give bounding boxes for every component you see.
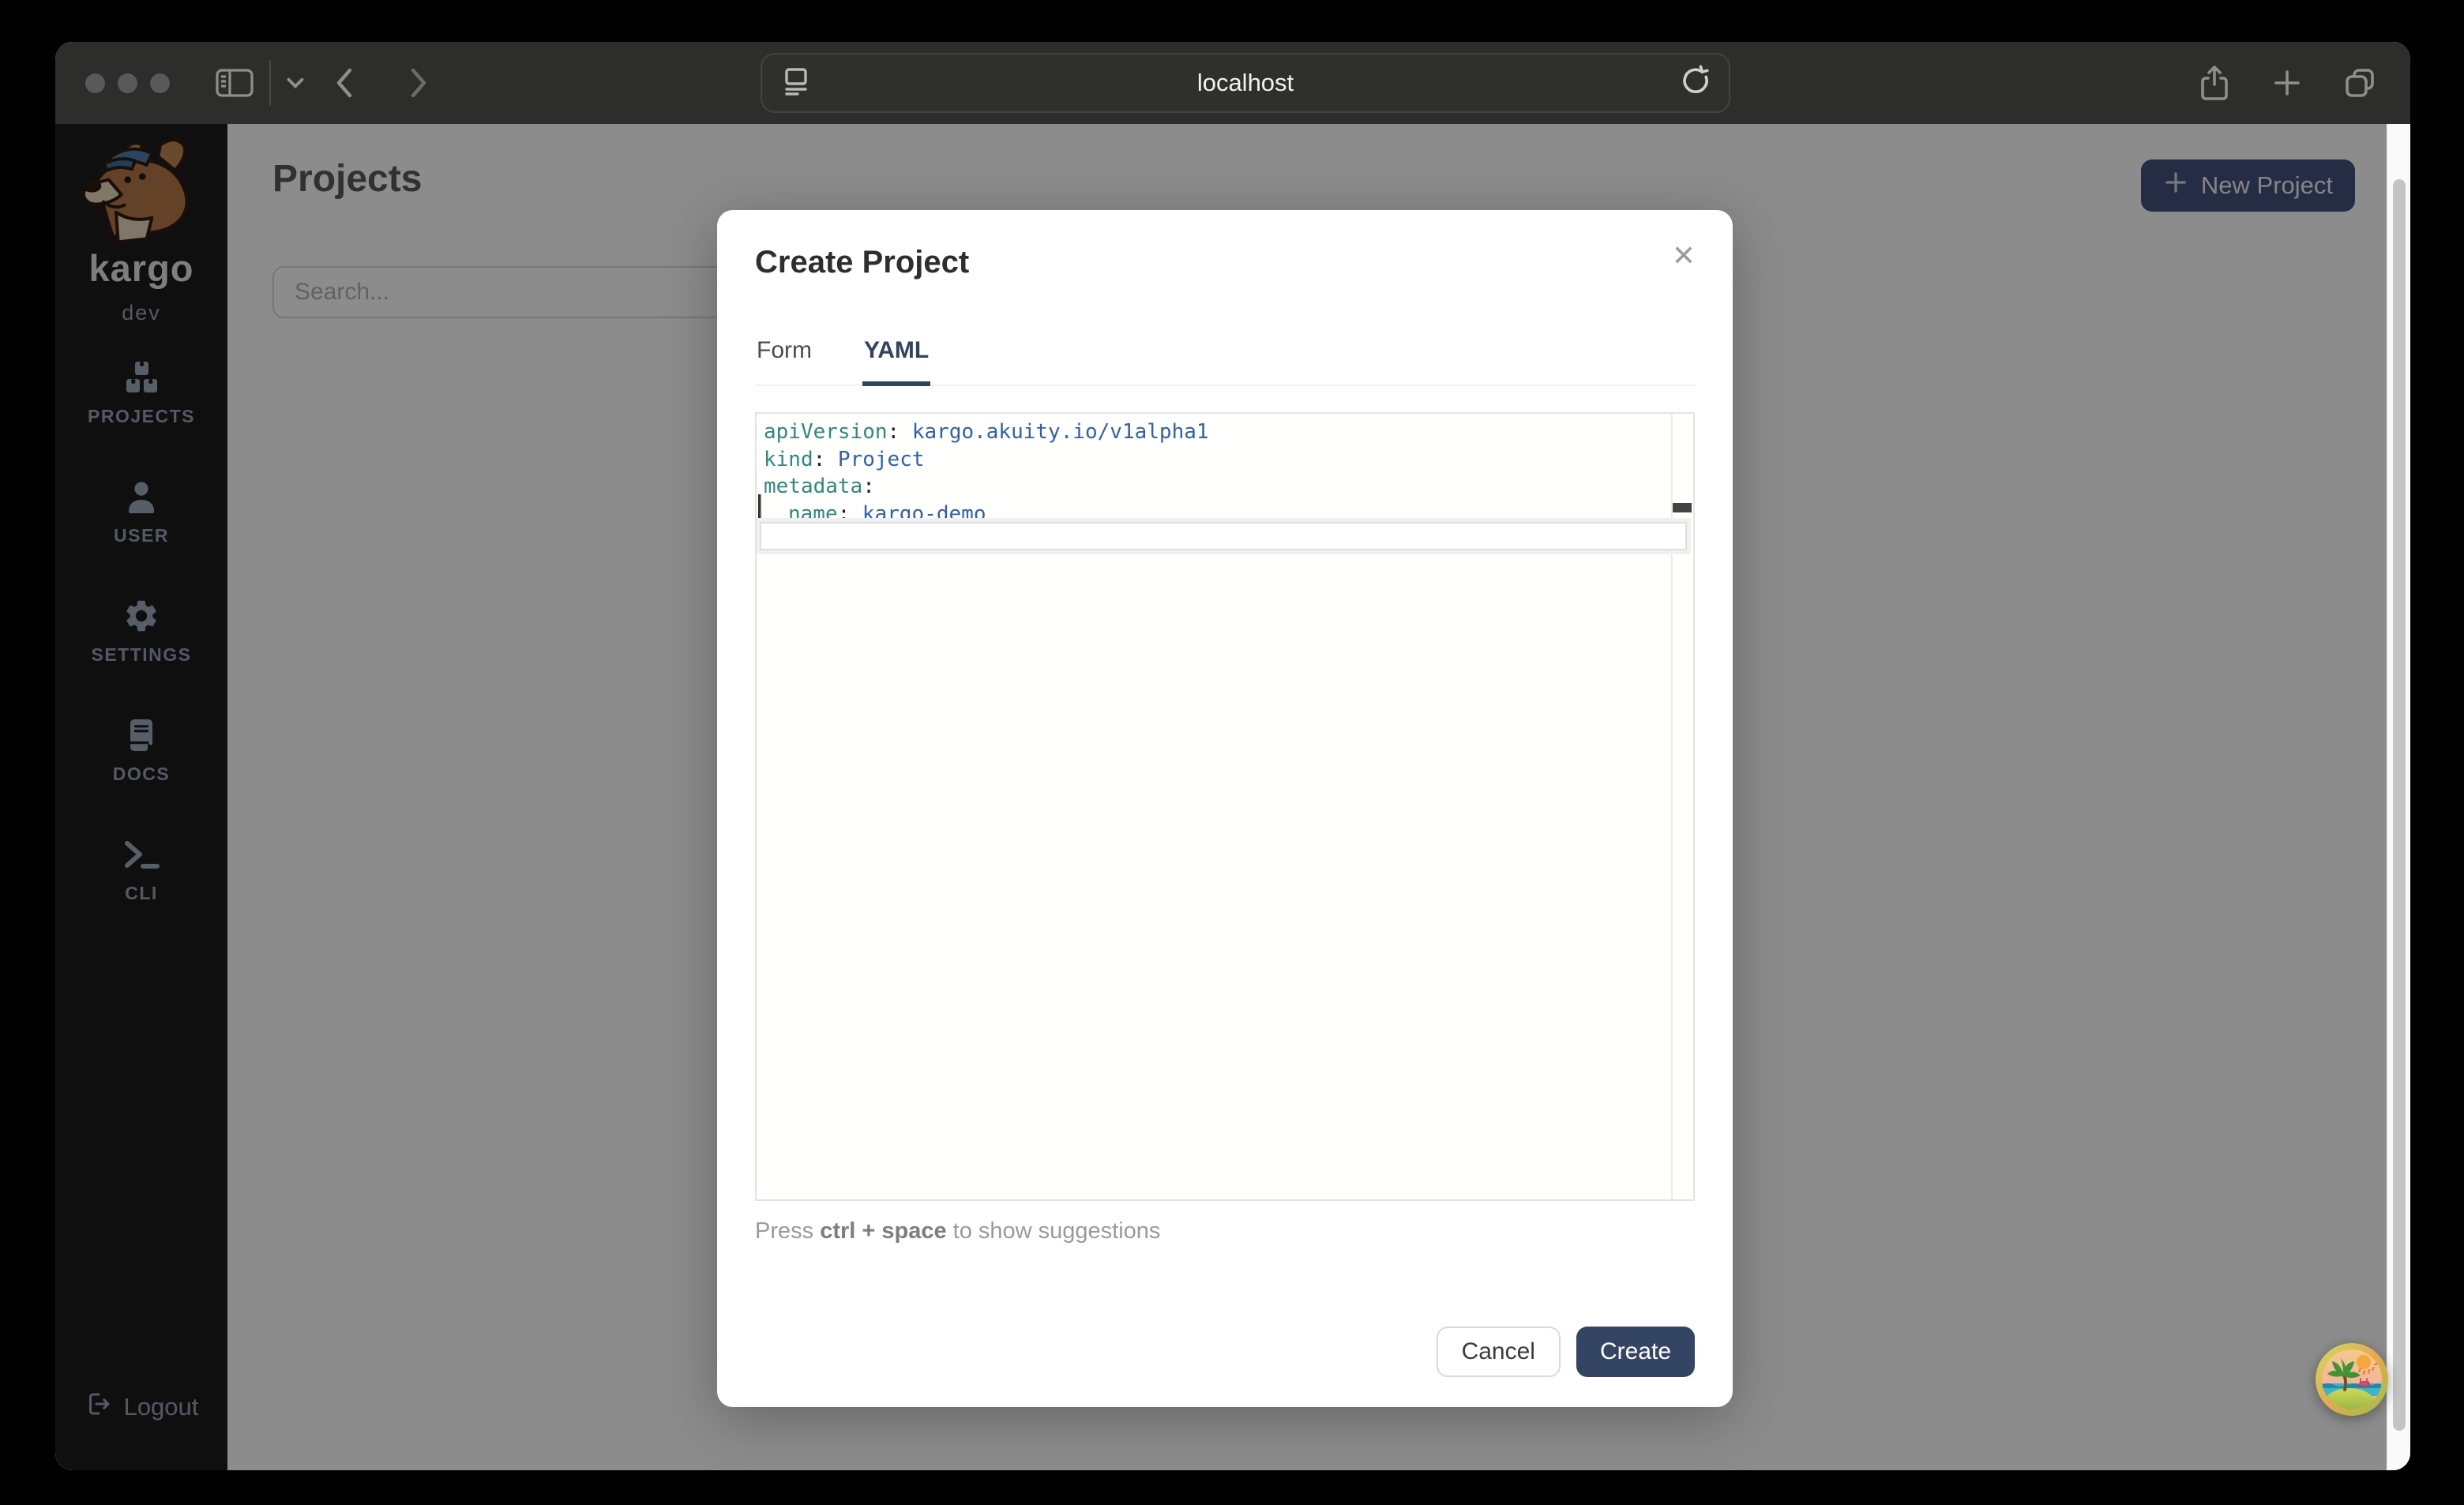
- close-icon[interactable]: ✕: [1666, 238, 1701, 273]
- browser-toolbar: localhost: [55, 42, 2410, 124]
- editor-active-line: [760, 522, 1687, 550]
- browser-window: localhost: [55, 42, 2410, 1470]
- back-icon[interactable]: [329, 64, 361, 102]
- create-project-modal: ✕ Create Project Form YAML apiVersion: k…: [717, 210, 1733, 1407]
- code-line: metadata:: [757, 473, 1693, 501]
- tab-yaml[interactable]: YAML: [862, 337, 930, 386]
- close-button[interactable]: [85, 73, 105, 93]
- modal-title: Create Project: [755, 245, 1695, 280]
- island-badge[interactable]: [2315, 1342, 2389, 1417]
- create-button[interactable]: Create: [1576, 1327, 1695, 1377]
- reload-icon[interactable]: [1678, 64, 1713, 103]
- yaml-editor[interactable]: apiVersion: kargo.akuity.io/v1alpha1 kin…: [755, 412, 1695, 1201]
- toolbar-divider: [269, 60, 271, 106]
- traffic-lights: [85, 73, 170, 93]
- scrollbar-thumb[interactable]: [2393, 179, 2406, 1431]
- editor-ruler-mark: [1673, 503, 1692, 512]
- tab-overview-icon[interactable]: [2341, 62, 2379, 103]
- new-tab-icon[interactable]: [2268, 62, 2306, 103]
- chevron-down-icon[interactable]: [282, 69, 309, 96]
- editor-cursor: [758, 494, 761, 523]
- cancel-button[interactable]: Cancel: [1437, 1327, 1561, 1377]
- zoom-button[interactable]: [150, 73, 170, 93]
- minimize-button[interactable]: [118, 73, 137, 93]
- address-bar[interactable]: localhost: [761, 53, 1730, 113]
- editor-hint: Press ctrl + space to show suggestions: [755, 1218, 1695, 1244]
- code-line: apiVersion: kargo.akuity.io/v1alpha1: [757, 418, 1693, 446]
- tab-form[interactable]: Form: [755, 337, 813, 386]
- code-line: kind: Project: [757, 446, 1693, 474]
- page: kargo dev: [55, 124, 2410, 1470]
- page-scrollbar[interactable]: [2387, 124, 2410, 1470]
- share-icon[interactable]: [2195, 62, 2233, 103]
- modal-tabs: Form YAML: [755, 337, 1695, 386]
- url-text: localhost: [762, 69, 1729, 97]
- sidebar-toggle-icon[interactable]: [214, 66, 255, 100]
- forward-icon[interactable]: [402, 64, 434, 102]
